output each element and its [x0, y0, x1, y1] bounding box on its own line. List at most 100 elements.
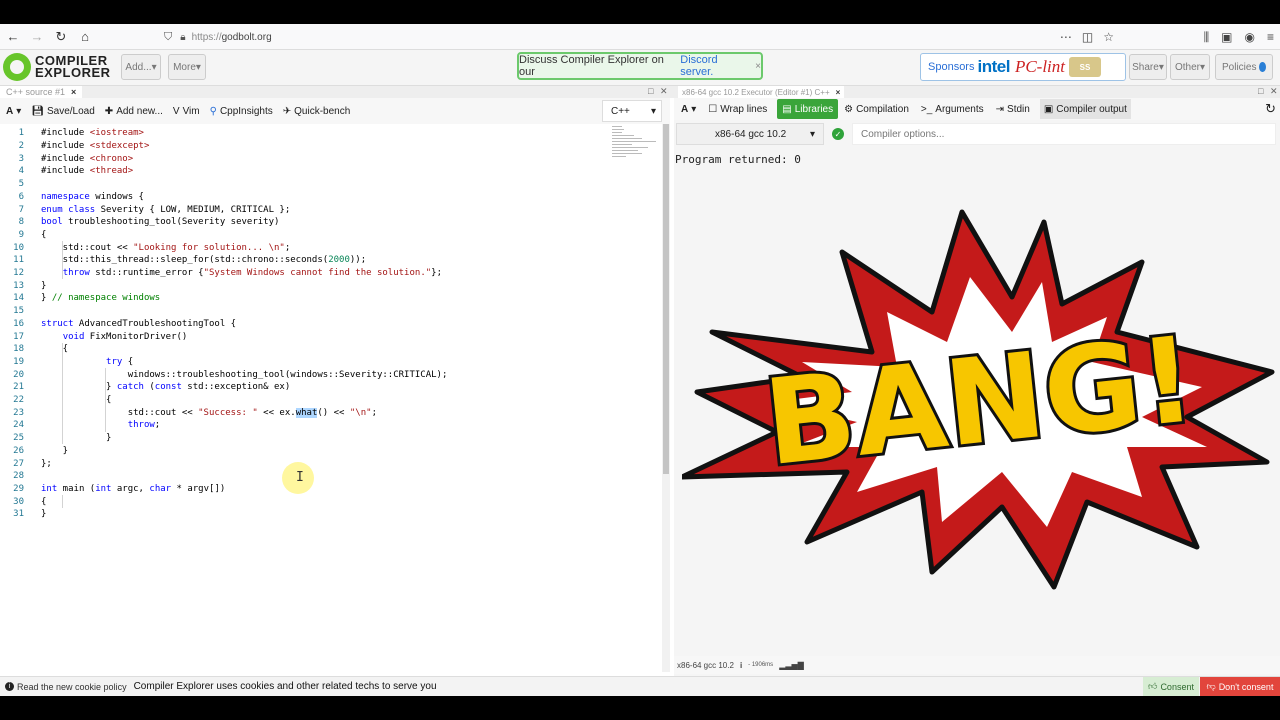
code-line[interactable]: 16 struct AdvancedTroubleshootingTool { [0, 318, 600, 331]
code-text[interactable]: } [41, 433, 111, 443]
code-line[interactable]: 1 #include <iostream> [0, 127, 600, 140]
url-bar[interactable]: ⛉ 🔒︎ https://godbolt.org ⋯ ◫ ☆ [164, 27, 1114, 47]
more-dropdown[interactable]: More ▾ [168, 54, 206, 80]
vim-button[interactable]: V Vim [173, 106, 200, 117]
code-text[interactable]: void FixMonitorDriver() [41, 332, 188, 342]
discord-link[interactable]: Discord server. [680, 54, 751, 78]
editor-scrollbar[interactable] [662, 124, 670, 672]
url-text[interactable]: https://godbolt.org [192, 32, 272, 43]
code-line[interactable]: 18 { [0, 343, 600, 356]
cppinsights-button[interactable]: ⚲ CppInsights [210, 106, 273, 117]
compiler-output-button[interactable]: ▣ Compiler output [1039, 99, 1131, 119]
code-text[interactable]: }; [41, 459, 52, 469]
code-text[interactable]: std::cout << "Success: " << ex.what() <<… [41, 407, 377, 418]
code-line[interactable]: 10 std::cout << "Looking for solution...… [0, 241, 600, 254]
code-line[interactable]: 3 #include <chrono> [0, 152, 600, 165]
policies-dropdown[interactable]: Policies [1215, 54, 1273, 80]
code-line[interactable]: 14} // namespace windows [0, 292, 600, 305]
star-icon[interactable]: ☆ [1103, 30, 1114, 44]
code-text[interactable]: try { [41, 357, 133, 367]
pocket-icon[interactable]: ◫ [1082, 30, 1093, 44]
back-icon[interactable]: ← [2, 26, 24, 48]
code-line[interactable]: 25 } [0, 432, 600, 445]
ce-logo[interactable]: COMPILER EXPLORER [3, 53, 111, 81]
intel-logo[interactable]: intel [977, 57, 1010, 77]
code-line[interactable]: 7 enum class Severity { LOW, MEDIUM, CRIT… [0, 203, 600, 216]
code-text[interactable]: throw std::runtime_error {"System Window… [41, 268, 442, 278]
code-line[interactable]: 12 throw std::runtime_error {"System Win… [0, 267, 600, 280]
code-text[interactable]: { [41, 395, 111, 405]
consent-button[interactable]: 👍︎ Consent [1143, 677, 1199, 696]
source-tab[interactable]: C++ source #1 × [0, 86, 83, 98]
code-line[interactable]: 9{ [0, 229, 600, 242]
wrap-lines-toggle[interactable]: ☐ Wrap lines [706, 99, 769, 119]
code-text[interactable]: bool troubleshooting_tool(Severity sever… [41, 217, 279, 227]
close-icon[interactable]: × [836, 88, 841, 97]
close-pane-icon[interactable]: ✕ [660, 86, 668, 97]
code-line[interactable]: 8 bool troubleshooting_tool(Severity seve… [0, 216, 600, 229]
share-dropdown[interactable]: Share ▾ [1129, 54, 1167, 80]
code-editor[interactable]: 1 #include <iostream> 2 #include <stdexcept… [0, 124, 662, 674]
add-dropdown[interactable]: Add... ▾ [121, 54, 161, 80]
arguments-button[interactable]: >_ Arguments [919, 99, 986, 119]
code-text[interactable]: } [41, 281, 46, 291]
code-text[interactable]: { [41, 497, 46, 507]
code-text[interactable]: { [41, 344, 68, 354]
code-text[interactable]: std::this_thread::sleep_for(std::chrono:… [41, 255, 366, 265]
compiler-select[interactable]: x86-64 gcc 10.2 ▾ [676, 123, 824, 145]
libraries-button[interactable]: ▤ Libraries [777, 99, 839, 119]
minimap[interactable] [612, 126, 660, 168]
code-text[interactable]: } catch (const std::exception& ex) [41, 382, 290, 392]
code-text[interactable]: #include <iostream> [41, 128, 144, 138]
sidebar-icon[interactable]: ▣ [1221, 30, 1232, 44]
code-text[interactable]: namespace windows { [41, 192, 144, 202]
code-line[interactable]: 4 #include <thread> [0, 165, 600, 178]
code-text[interactable]: struct AdvancedTroubleshootingTool { [41, 319, 236, 329]
save-load-button[interactable]: 💾︎ Save/Load [31, 106, 95, 117]
more-icon[interactable]: ⋯ [1060, 30, 1072, 44]
code-text[interactable]: windows::troubleshooting_tool(windows::S… [41, 370, 448, 380]
code-text[interactable]: throw; [41, 420, 161, 430]
code-text[interactable]: enum class Severity { LOW, MEDIUM, CRITI… [41, 205, 290, 215]
refresh-icon[interactable]: ↻ [1265, 101, 1276, 117]
font-size-button[interactable]: A ▾ [679, 99, 698, 119]
dont-consent-button[interactable]: 👎︎ Don't consent [1200, 677, 1280, 696]
code-line[interactable]: 21 } catch (const std::exception& ex) [0, 381, 600, 394]
other-dropdown[interactable]: Other ▾ [1170, 54, 1210, 80]
shield-icon[interactable]: ⛉ [164, 31, 172, 44]
language-select[interactable]: C++ ▾ [602, 100, 662, 122]
code-text[interactable]: { [41, 230, 46, 240]
code-line[interactable]: 17 void FixMonitorDriver() [0, 330, 600, 343]
solid-sands-logo[interactable]: SS [1069, 57, 1101, 77]
close-pane-icon[interactable]: ✕ [1270, 86, 1278, 97]
executor-tab[interactable]: x86-64 gcc 10.2 Executor (Editor #1) C++… [678, 86, 845, 98]
add-new-button[interactable]: ✚ Add new... [105, 106, 163, 117]
compiler-options-input[interactable]: Compiler options... [852, 123, 1276, 145]
reload-icon[interactable]: ↻ [50, 26, 72, 48]
close-icon[interactable]: × [755, 61, 761, 72]
lock-icon[interactable]: 🔒︎ [180, 32, 185, 43]
code-line[interactable]: 31} [0, 508, 600, 521]
quickbench-button[interactable]: ✈︎ Quick-bench [283, 106, 351, 117]
forward-icon[interactable]: → [26, 26, 48, 48]
account-icon[interactable]: ◉ [1245, 30, 1255, 44]
code-text[interactable]: } // namespace windows [41, 293, 160, 303]
maximize-icon[interactable]: □ [648, 86, 653, 96]
sponsors-box[interactable]: Sponsors intel PC-lint SS [920, 53, 1126, 81]
home-icon[interactable]: ⌂ [74, 26, 96, 48]
scrollbar-thumb[interactable] [663, 124, 669, 474]
close-icon[interactable]: × [71, 87, 76, 97]
maximize-icon[interactable]: □ [1258, 86, 1263, 96]
pclint-logo[interactable]: PC-lint [1015, 57, 1065, 77]
code-line[interactable]: 13} [0, 279, 600, 292]
library-icon[interactable]: ⫼ [1204, 30, 1210, 45]
code-line[interactable]: 30 { [0, 495, 600, 508]
compilation-button[interactable]: ⚙ Compilation [842, 99, 911, 119]
menu-icon[interactable]: ≡ [1267, 30, 1274, 44]
code-line[interactable]: 26 } [0, 445, 600, 458]
code-text[interactable]: #include <thread> [41, 166, 133, 176]
code-line[interactable]: 15 [0, 305, 600, 318]
code-line[interactable]: 23 std::cout << "Success: " << ex.what()… [0, 406, 600, 419]
code-line[interactable]: 6 namespace windows { [0, 191, 600, 204]
code-text[interactable]: #include <stdexcept> [41, 141, 149, 151]
